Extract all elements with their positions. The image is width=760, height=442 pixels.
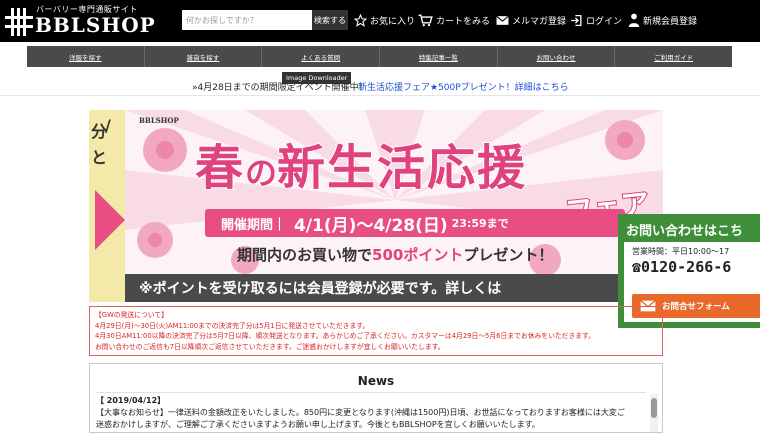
banner-offer: 期間内のお買い物で500ポイントプレゼント！: [237, 244, 553, 265]
category-bar: 洋服を探す 雑貨を探す よくある質問 特集記事一覧 お問い合わせ ご利用ガイド: [27, 46, 732, 67]
news-scrollbar[interactable]: [650, 394, 658, 432]
news-scrollbar-thumb[interactable]: [651, 398, 657, 418]
news-body: 【 2019/04/12】 【大事なお知らせ】一律送料の金額改正をいたしました。…: [96, 392, 646, 442]
prev-banner-text-3: と: [91, 148, 108, 167]
banner-title: 春の新生活応援: [194, 128, 528, 198]
banner-period-range: 4/1(月)〜4/28(日): [294, 215, 448, 236]
campaign-banner[interactable]: 分 / と BBLSHOP 春の新生活応援 フェア 開催期間｜ 4/1(月)〜4…: [89, 110, 663, 302]
nav-item-features[interactable]: 特集記事一覧: [380, 46, 498, 67]
previous-banner-slice: 分 / と: [89, 110, 125, 302]
banner-offer-points: 500ポイント: [372, 246, 464, 264]
prev-banner-text-2: /: [105, 116, 111, 135]
news-date: 【 2019/04/12】: [96, 396, 166, 405]
nav-item-contact[interactable]: お問い合わせ: [498, 46, 616, 67]
banner-offer-a: 期間内のお買い物で: [237, 246, 373, 264]
search-button[interactable]: 検索する: [312, 10, 348, 30]
gw-notice-title: 【GWの発送について】: [95, 311, 168, 319]
banner-logo: BBLSHOP: [139, 116, 179, 125]
contact-hours: 営業時間：平日10:00〜17: [632, 247, 730, 256]
site-header: バーバリー専門通販サイト BBLSHOP 検索する お気に入り カートをみる メ…: [0, 0, 760, 42]
cart-label: カートをみる: [436, 16, 491, 27]
gw-shipping-notice: 【GWの発送について】 4月29日(月)〜30日(火)AM11:00までの決済完…: [89, 306, 663, 356]
news-text-line: 【大事なお知らせ】一律送料の金額改正をいたしました。850円に変更となります(沖…: [96, 408, 625, 417]
nav-item-goods[interactable]: 雑貨を探す: [145, 46, 263, 67]
banner-offer-c: プレゼント！: [463, 246, 554, 264]
newsletter-label: メルマガ登録: [512, 16, 567, 27]
login-icon: [571, 14, 582, 26]
news-title: News: [357, 374, 395, 388]
phone-icon: ☎: [632, 258, 642, 276]
category-nav: 洋服を探す 雑貨を探す よくある質問 特集記事一覧 お問い合わせ ご利用ガイド: [0, 42, 760, 71]
favorites-label: お気に入り: [370, 16, 416, 27]
banner-period: 開催期間｜ 4/1(月)〜4/28(日) 23:59まで: [205, 209, 625, 237]
news-section: News 【 2019/04/12】 【大事なお知らせ】一律送料の金額改正をいた…: [89, 363, 663, 433]
contact-phone[interactable]: ☎0120-266-6: [632, 258, 731, 276]
banner-membership-note: ※ポイントを受け取るには会員登録が必要です。詳しくは: [125, 274, 663, 302]
logo-wordmark: BBLSHOP: [35, 13, 156, 37]
contact-title: お問い合わせはこち: [626, 224, 744, 239]
star-icon: [354, 13, 367, 27]
gw-notice-line: 4月30日AM11:00以降の決済完了分は5月7日以降、順次発送となります。あら…: [95, 332, 595, 340]
newsletter-link[interactable]: メルマガ登録: [496, 12, 566, 28]
image-downloader-tooltip: Image Downloader: [282, 72, 352, 84]
mail-icon: [496, 15, 509, 25]
news-text-line: 迷惑おかけしますが、ご理解ご了承くださいますようお願い申し上げます。今後ともBB…: [96, 420, 540, 429]
favorites-link[interactable]: お気に入り: [354, 12, 415, 28]
banner-title-main: 新生活応援: [276, 139, 528, 197]
contact-phone-number: 0120-266-6: [641, 258, 732, 276]
nav-item-clothes[interactable]: 洋服を探す: [27, 46, 145, 67]
contact-form-label: お問合せフォーム: [662, 302, 730, 312]
logo-hash-icon: [4, 8, 34, 36]
prev-banner-arrow-icon: [95, 190, 125, 250]
banner-main: BBLSHOP 春の新生活応援 フェア 開催期間｜ 4/1(月)〜4/28(日)…: [125, 110, 663, 302]
banner-title-no: の: [244, 153, 278, 193]
search-input[interactable]: [182, 10, 312, 30]
register-link[interactable]: 新規会員登録: [628, 12, 697, 28]
banner-period-time: 23:59まで: [451, 217, 509, 230]
login-link[interactable]: ログイン: [570, 12, 622, 28]
cart-icon: [418, 14, 433, 26]
register-label: 新規会員登録: [643, 16, 698, 27]
banner-title-spring: 春: [194, 139, 246, 197]
banner-period-label: 開催期間｜: [221, 217, 287, 233]
gw-notice-line: 4月29日(月)〜30日(火)AM11:00までの決済完了分は5月1日に発送させ…: [95, 321, 370, 330]
event-notice-link[interactable]: 新生活応援フェア★500Pプレゼント！詳細はこちら: [358, 80, 569, 93]
nav-item-guide[interactable]: ご利用ガイド: [615, 46, 732, 67]
event-notice: »4月28日までの期間限定イベント開催中！ 新生活応援フェア★500Pプレゼント…: [0, 74, 760, 96]
nav-item-faq[interactable]: よくある質問: [262, 46, 381, 67]
user-icon: [628, 13, 640, 27]
login-label: ログイン: [586, 16, 623, 27]
cart-link[interactable]: カートをみる: [418, 12, 490, 28]
site-logo[interactable]: バーバリー専門通販サイト BBLSHOP: [4, 3, 180, 39]
gw-notice-line: お問い合わせのご返信も7日以降順次ご返信させていただきます。ご迷惑おかけしますが…: [95, 342, 445, 351]
